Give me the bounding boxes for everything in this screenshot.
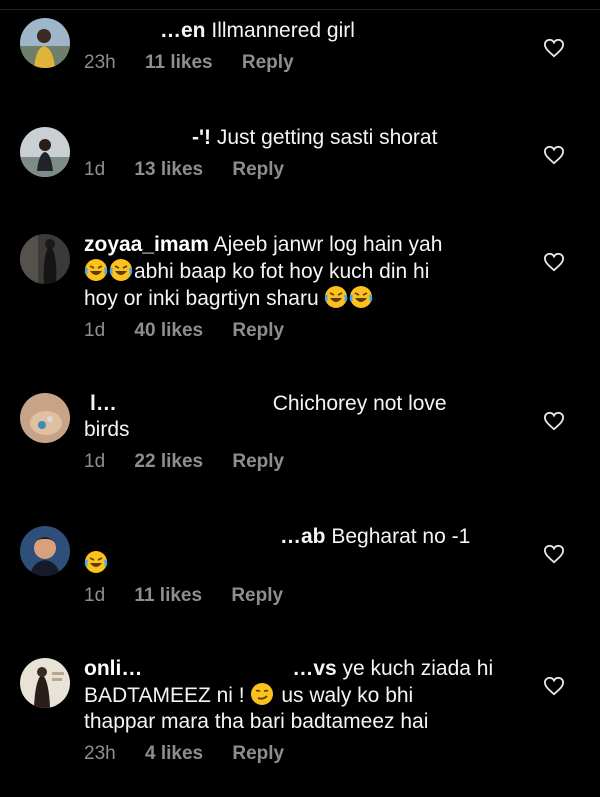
reply-button[interactable]: Reply (232, 320, 284, 342)
comment-meta: 1d 11 likes Reply (84, 585, 524, 607)
face-with-tears-of-joy-emoji (350, 286, 373, 308)
comment-likes[interactable]: 11 likes (134, 585, 202, 607)
avatar[interactable] (20, 127, 70, 177)
comment-username[interactable]: onli… (84, 657, 142, 680)
heart-outline-icon[interactable] (543, 38, 565, 58)
face-with-tears-of-joy-emoji (84, 551, 108, 573)
comment-username[interactable]: zoyaa_imam (84, 233, 209, 256)
reply-button[interactable]: Reply (232, 451, 284, 473)
comment-likes[interactable]: 11 likes (145, 52, 213, 74)
comment-likes[interactable]: 22 likes (134, 451, 203, 473)
comment-meta: 1d 13 likes Reply (84, 159, 524, 181)
top-divider (0, 9, 600, 10)
heart-outline-icon[interactable] (543, 544, 565, 564)
face-with-tears-of-joy-emoji (109, 259, 133, 281)
comment-time: 1d (84, 451, 106, 472)
comment-time: 1d (84, 585, 106, 606)
face-with-tears-of-joy-emoji (325, 286, 348, 308)
comment-meta: 1d 40 likes Reply (84, 320, 524, 342)
comment-text: onli… …vs ye kuch ziada hi BADTAMEEZ ni !… (84, 656, 494, 733)
face-with-tears-of-joy-emoji (84, 259, 108, 281)
comment-meta: 23h 11 likes Reply (84, 52, 524, 74)
comment-text: l… Chichorey not love birds (84, 391, 447, 441)
comment-username-partial[interactable]: -'! (192, 126, 211, 149)
avatar[interactable] (20, 658, 70, 708)
comment-username-partial[interactable]: …en (160, 19, 206, 42)
comment-text: -'! Just getting sasti shorat (84, 125, 524, 151)
comment-likes[interactable]: 4 likes (145, 743, 203, 765)
heart-outline-icon[interactable] (543, 411, 565, 431)
reply-button[interactable]: Reply (231, 585, 283, 607)
comment-likes[interactable]: 13 likes (134, 159, 203, 181)
avatar[interactable] (20, 393, 70, 443)
comment-meta: 1d 22 likes Reply (84, 451, 524, 473)
comment-username-partial[interactable]: …ab (280, 525, 326, 548)
comment-text: …en Illmannered girl (84, 18, 524, 44)
comment-text: …ab Begharat no -1 (84, 524, 524, 577)
heart-outline-icon[interactable] (543, 676, 565, 696)
comment-time: 1d (84, 159, 106, 180)
reply-button[interactable]: Reply (242, 52, 294, 74)
reply-button[interactable]: Reply (232, 159, 284, 181)
avatar[interactable] (20, 526, 70, 576)
comment-text: zoyaa_imam Ajeeb janwr log hain yah abhi… (84, 233, 443, 310)
comment-likes[interactable]: 40 likes (134, 320, 203, 342)
reply-button[interactable]: Reply (232, 743, 284, 765)
comment-time: 1d (84, 320, 106, 341)
smirking-face-emoji (251, 683, 274, 705)
comment-time: 23h (84, 52, 116, 73)
comment-time: 23h (84, 743, 116, 764)
comment-meta: 23h 4 likes Reply (84, 743, 524, 765)
avatar[interactable] (20, 234, 70, 284)
heart-outline-icon[interactable] (543, 252, 565, 272)
heart-outline-icon[interactable] (543, 145, 565, 165)
avatar[interactable] (20, 18, 70, 68)
comment-username-partial[interactable]: l… (90, 392, 117, 415)
comment-username-partial[interactable]: …vs (292, 657, 336, 680)
